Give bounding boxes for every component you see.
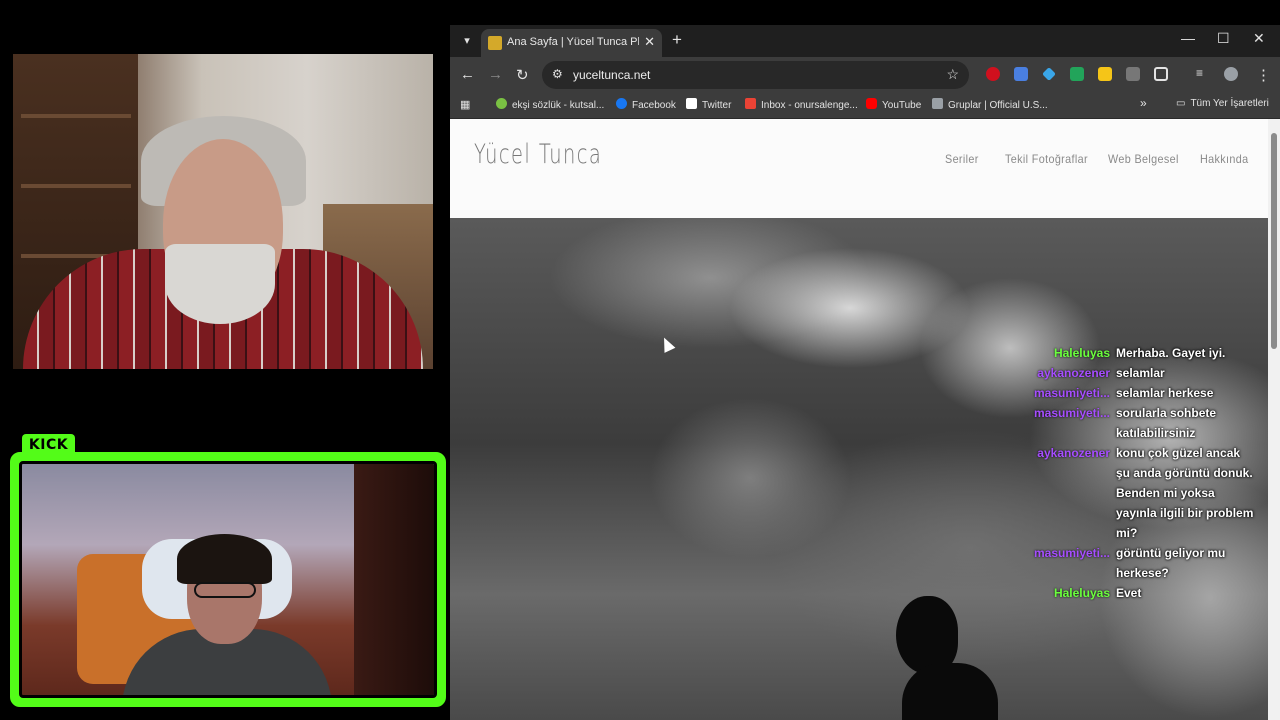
tab-active[interactable]: Ana Sayfa | Yücel Tunca Photog ✕: [481, 29, 662, 57]
extension-red-icon[interactable]: [986, 67, 1000, 81]
close-window-icon[interactable]: ✕: [1253, 30, 1265, 47]
chat-username: masumiyeti...: [1033, 546, 1110, 560]
nav-hakkinda[interactable]: Hakkında: [1200, 152, 1249, 166]
profile-avatar-icon[interactable]: [1224, 67, 1238, 81]
nav-seriler[interactable]: Seriler: [945, 152, 979, 166]
chat-username: masumiyeti...: [1033, 386, 1110, 400]
extension-diamond-icon[interactable]: [1042, 67, 1056, 81]
gmail-icon: [745, 98, 756, 109]
chat-text: sorularla sohbete katılabilirsiniz: [1116, 406, 1217, 440]
chat-message: masumiyeti... sorularla sohbete katılabil…: [1030, 403, 1270, 443]
maximize-icon[interactable]: ☐: [1217, 30, 1230, 47]
chat-username: aykanozener: [1037, 366, 1110, 380]
scrollbar-thumb[interactable]: [1271, 133, 1277, 349]
folder-icon: ▭: [1176, 98, 1186, 109]
all-bookmarks[interactable]: ▭ Tüm Yer İşaretleri: [1176, 98, 1269, 109]
bookmark-twitter[interactable]: Twitter: [686, 98, 731, 111]
chat-text: Evet: [1116, 586, 1142, 600]
back-icon[interactable]: ←: [460, 66, 475, 83]
apps-grid-icon[interactable]: ▦: [460, 98, 470, 111]
chat-message: Haleluyas Merhaba. Gayet iyi.: [1030, 343, 1270, 363]
mouse-cursor-icon: [658, 335, 676, 353]
chat-text: görüntü geliyor mu herkese?: [1116, 546, 1226, 580]
chat-text: selamlar: [1116, 366, 1165, 380]
streamer-webcam: [13, 54, 433, 369]
all-bookmarks-label: Tüm Yer İşaretleri: [1190, 98, 1269, 109]
bookmarks-bar: ▦ ekşi sözlük - kutsal... Facebook Twitt…: [450, 93, 1280, 119]
tab-title: Ana Sayfa | Yücel Tunca Photog: [507, 36, 639, 48]
bookmark-label: Facebook: [632, 100, 676, 111]
chat-message: aykanozener selamlar: [1030, 363, 1270, 383]
chat-username: aykanozener: [1037, 446, 1110, 460]
curtain: [354, 464, 434, 695]
menu-kebab-icon[interactable]: ⋮: [1256, 66, 1271, 84]
chat-text: Merhaba. Gayet iyi.: [1116, 346, 1226, 360]
chat-username: masumiyeti...: [1033, 406, 1110, 420]
silhouette-body: [902, 663, 998, 720]
guest-hair: [177, 534, 272, 584]
new-tab-button[interactable]: +: [672, 30, 682, 50]
url-text: yuceltunca.net: [573, 68, 651, 82]
chat-username: Haleluyas: [1053, 346, 1110, 360]
bookmarks-overflow-icon[interactable]: »: [1140, 96, 1147, 110]
eksi-icon: [496, 98, 507, 109]
bookmark-label: Twitter: [702, 100, 732, 111]
chat-message: Haleluyas Evet: [1030, 583, 1270, 603]
facebook-icon: [616, 98, 627, 109]
bookmark-label: YouTube: [882, 100, 922, 111]
minimize-icon[interactable]: —: [1181, 30, 1195, 46]
beard: [165, 244, 275, 324]
site-logo[interactable]: Yücel Tunca: [474, 139, 602, 170]
bookmark-gruplar[interactable]: Gruplar | Official U.S...: [932, 98, 1048, 111]
reload-icon[interactable]: ↻: [516, 66, 529, 84]
bookmark-youtube[interactable]: YouTube: [866, 98, 921, 111]
chevron-down-icon[interactable]: ▾: [457, 31, 477, 51]
nav-tekil-fotograflar[interactable]: Tekil Fotoğraflar: [1005, 152, 1088, 166]
site-favicon-icon: [488, 36, 502, 50]
chat-message: masumiyeti... selamlar herkese: [1030, 383, 1270, 403]
media-control-icon[interactable]: ≡: [1196, 66, 1203, 80]
link-icon: [932, 98, 943, 109]
bookmark-facebook[interactable]: Facebook: [616, 98, 676, 111]
guest-webcam: [10, 452, 446, 707]
address-bar[interactable]: ⚙ yuceltunca.net ☆: [542, 61, 969, 89]
browser-toolbar: ← → ↻ ⚙ yuceltunca.net ☆ ≡ ⋮: [450, 57, 1280, 93]
bookmark-eksi[interactable]: ekşi sözlük - kutsal...: [496, 98, 604, 111]
extension-yellow-icon[interactable]: [1098, 67, 1112, 81]
bookmark-label: ekşi sözlük - kutsal...: [512, 100, 605, 111]
close-tab-icon[interactable]: ✕: [644, 34, 655, 50]
chat-message: masumiyeti... görüntü geliyor mu herkese?: [1030, 543, 1270, 583]
forward-icon[interactable]: →: [488, 66, 503, 83]
bookmark-label: Gruplar | Official U.S...: [948, 100, 1048, 111]
nav-web-belgesel[interactable]: Web Belgesel: [1108, 152, 1179, 166]
bookmark-gmail[interactable]: Inbox - onursalenge...: [745, 98, 858, 111]
translate-icon[interactable]: [1014, 67, 1028, 81]
tab-strip: ▾ Ana Sayfa | Yücel Tunca Photog ✕ + — ☐…: [450, 25, 1280, 57]
chat-overlay: Haleluyas Merhaba. Gayet iyi. aykanozener s…: [1030, 343, 1270, 603]
youtube-icon: [866, 98, 877, 109]
site-info-icon[interactable]: ⚙: [552, 67, 563, 81]
chat-text: selamlar herkese: [1116, 386, 1214, 400]
x-icon: [686, 98, 697, 109]
extensions-puzzle-icon[interactable]: [1154, 67, 1168, 81]
chat-message: aykanozener konu çok güzel ancak şu anda …: [1030, 443, 1270, 543]
bookmark-star-icon[interactable]: ☆: [946, 66, 959, 83]
glasses: [194, 582, 256, 598]
chat-text: konu çok güzel ancak şu anda görüntü don…: [1116, 446, 1254, 540]
bookmark-label: Inbox - onursalenge...: [761, 100, 858, 111]
extension-gray-icon[interactable]: [1126, 67, 1140, 81]
extension-green-icon[interactable]: [1070, 67, 1084, 81]
site-header: Yücel Tunca Seriler Tekil Fotoğraflar We…: [450, 119, 1268, 218]
chat-username: Haleluyas: [1053, 586, 1110, 600]
